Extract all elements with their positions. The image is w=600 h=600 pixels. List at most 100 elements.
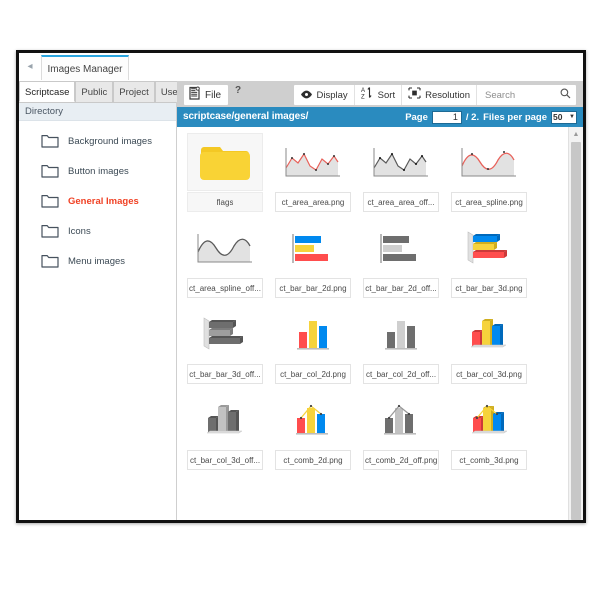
sidebar-item-icons[interactable]: Icons xyxy=(19,216,176,246)
file-button[interactable]: File xyxy=(183,84,230,106)
grid-scrollbar[interactable]: ▲ xyxy=(568,127,583,520)
file-name-box: flags xyxy=(187,192,263,212)
file-thumbnail-icon xyxy=(187,305,263,363)
resolution-button[interactable]: Resolution xyxy=(402,85,477,105)
file-thumbnail-icon xyxy=(275,305,351,363)
folder-item[interactable]: flags xyxy=(183,133,267,219)
search-input[interactable] xyxy=(483,88,553,102)
file-name-box: ct_comb_2d_off.png xyxy=(363,450,439,470)
window-tab-strip: ◂ Images Manager xyxy=(19,53,583,82)
help-button[interactable]: ? xyxy=(235,85,241,96)
sidebar-tab-strip: Scriptcase Public Project User xyxy=(19,81,187,103)
file-item[interactable]: ct_bar_col_2d.png xyxy=(271,305,355,391)
file-item[interactable]: ct_bar_col_3d.png xyxy=(447,305,531,391)
files-per-page-label: Files per page xyxy=(483,111,547,123)
resolution-icon xyxy=(408,86,421,104)
file-item[interactable]: ct_bar_col_3d_off... xyxy=(183,391,267,477)
file-thumbnail-icon xyxy=(275,133,351,191)
file-item[interactable]: ct_bar_col_2d_off... xyxy=(359,305,443,391)
files-per-page-select[interactable]: 50 ▼ xyxy=(551,110,577,124)
directory-list: Background images Button images General Im… xyxy=(19,121,176,520)
file-name-label: ct_area_spline_off... xyxy=(189,283,261,293)
sort-az-icon: A Z xyxy=(361,86,374,104)
page-total-label: / 2. xyxy=(465,111,480,123)
file-name-box: ct_area_spline.png xyxy=(451,192,527,212)
file-item[interactable]: ct_area_area_off... xyxy=(359,133,443,219)
resolution-button-label: Resolution xyxy=(425,89,470,101)
svg-text:Z: Z xyxy=(361,95,365,100)
file-grid: flags ct_area_area.png ct_area_area_off...… xyxy=(177,127,567,520)
file-name-label: ct_bar_bar_2d.png xyxy=(279,283,347,293)
sidebar-item-button-images[interactable]: Button images xyxy=(19,156,176,186)
sidebar-item-label: General Images xyxy=(68,195,139,207)
file-item[interactable]: ct_comb_2d.png xyxy=(271,391,355,477)
svg-text:A: A xyxy=(361,88,365,94)
file-icon xyxy=(188,86,201,105)
scrollbar-thumb[interactable] xyxy=(571,142,581,520)
file-item[interactable]: ct_bar_bar_2d_off... xyxy=(359,219,443,305)
file-item[interactable]: ct_area_area.png xyxy=(271,133,355,219)
file-name-label: flags xyxy=(216,197,234,207)
folder-thumbnail-icon xyxy=(187,133,263,191)
file-name-label: ct_area_spline.png xyxy=(455,197,523,207)
window-content: ◂ Images Manager Scriptcase Public Project… xyxy=(19,53,583,520)
file-button-label: File xyxy=(205,89,222,101)
tab-images-manager[interactable]: Images Manager xyxy=(41,55,129,80)
images-manager-window: ◂ Images Manager Scriptcase Public Project… xyxy=(16,50,586,523)
sidebar-item-general-images[interactable]: General Images xyxy=(19,186,176,216)
file-name-label: ct_comb_3d.png xyxy=(459,455,519,465)
file-thumbnail-icon xyxy=(363,305,439,363)
folder-icon xyxy=(41,134,59,148)
sort-button-label: Sort xyxy=(377,89,396,101)
file-name-label: ct_bar_col_2d.png xyxy=(280,369,346,379)
sidebar-tab-scriptcase[interactable]: Scriptcase xyxy=(19,81,76,102)
file-name-box: ct_area_area_off... xyxy=(363,192,439,212)
folder-icon xyxy=(41,194,59,208)
eye-icon xyxy=(300,86,313,104)
file-name-label: ct_comb_2d_off.png xyxy=(365,455,437,465)
file-thumbnail-icon xyxy=(451,219,527,277)
sidebar-item-label: Background images xyxy=(68,135,152,147)
file-item[interactable]: ct_area_spline_off... xyxy=(183,219,267,305)
file-item[interactable]: ct_comb_2d_off.png xyxy=(359,391,443,477)
sort-button[interactable]: A Z Sort xyxy=(355,85,403,105)
search-box[interactable] xyxy=(477,85,576,105)
file-name-box: ct_bar_col_2d.png xyxy=(275,364,351,384)
file-item[interactable]: ct_bar_bar_3d.png xyxy=(447,219,531,305)
file-thumbnail-icon xyxy=(275,219,351,277)
file-item[interactable]: ct_bar_bar_2d.png xyxy=(271,219,355,305)
file-name-box: ct_bar_bar_2d_off... xyxy=(363,278,439,298)
file-item[interactable]: ct_area_spline.png xyxy=(447,133,531,219)
view-tools: Display A Z Sort Resolution Search xyxy=(292,84,577,106)
file-name-box: ct_bar_bar_3d.png xyxy=(451,278,527,298)
screen: ◂ Images Manager Scriptcase Public Project… xyxy=(0,0,600,600)
sidebar-tab-project[interactable]: Project xyxy=(113,81,155,102)
file-thumbnail-icon xyxy=(187,391,263,449)
file-name-label: ct_bar_bar_2d_off... xyxy=(365,283,437,293)
sidebar-item-label: Menu images xyxy=(68,255,126,267)
sidebar-tab-public[interactable]: Public xyxy=(75,81,114,102)
display-button[interactable]: Display xyxy=(294,85,355,105)
file-name-box: ct_comb_3d.png xyxy=(451,450,527,470)
file-name-box: ct_comb_2d.png xyxy=(275,450,351,470)
file-name-label: ct_bar_col_3d_off... xyxy=(189,455,261,465)
page-number-input[interactable] xyxy=(431,110,462,124)
pagination-controls: Page / 2. Files per page 50 ▼ xyxy=(405,107,577,127)
search-icon[interactable] xyxy=(560,86,571,104)
file-name-label: ct_bar_bar_3d.png xyxy=(455,283,523,293)
file-name-box: ct_bar_bar_2d.png xyxy=(275,278,351,298)
file-name-box: ct_area_area.png xyxy=(275,192,351,212)
sidebar-item-menu-images[interactable]: Menu images xyxy=(19,246,176,276)
file-thumbnail-icon xyxy=(363,133,439,191)
file-item[interactable]: ct_bar_bar_3d_off... xyxy=(183,305,267,391)
file-name-label: ct_bar_bar_3d_off... xyxy=(189,369,261,379)
page-label: Page xyxy=(405,111,428,123)
sidebar-item-background-images[interactable]: Background images xyxy=(19,126,176,156)
file-thumbnail-icon xyxy=(363,219,439,277)
folder-icon xyxy=(41,224,59,238)
folder-icon xyxy=(41,254,59,268)
scroll-up-icon[interactable]: ▲ xyxy=(569,127,583,141)
chevron-left-icon[interactable]: ◂ xyxy=(25,61,35,73)
file-item[interactable]: ct_comb_3d.png xyxy=(447,391,531,477)
files-toolbar: File ? Display A Z Sort Resolution Searc… xyxy=(177,81,583,108)
